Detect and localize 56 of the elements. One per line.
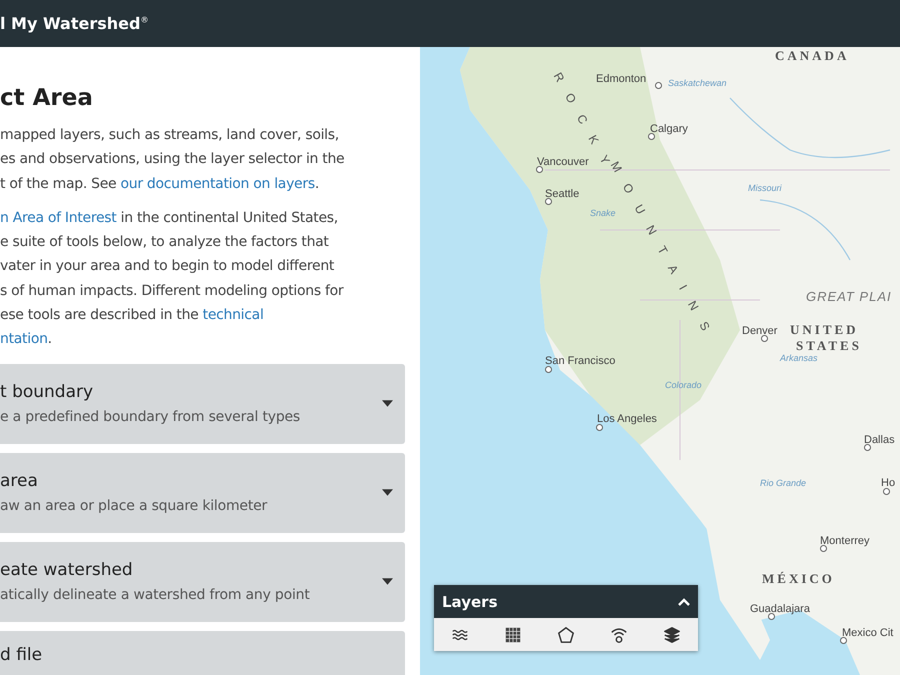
map-label: CANADA <box>775 48 850 64</box>
map-label: GREAT PLAI <box>806 289 892 304</box>
map-label: Colorado <box>665 380 702 390</box>
option-title: eate watershed <box>0 560 134 580</box>
paragraph-line: in the continental United States, <box>120 210 338 226</box>
option-description: e a predefined boundary from several types <box>0 409 302 426</box>
option-card[interactable]: t boundary e a predefined boundary from several types <box>0 364 405 444</box>
app-title: l My Watershed$^{®}$ <box>0 14 148 33</box>
map-label: Saskatchewan <box>668 78 727 88</box>
page-heading: ct Area <box>0 84 94 113</box>
map-label: Dallas <box>864 434 895 446</box>
map-label: UNITED <box>790 322 859 338</box>
option-description: atically delineate a watershed from any point <box>0 587 311 604</box>
paragraph-line: mapped layers, such as streams, land cover, soils, <box>0 127 339 143</box>
option-title: d file <box>0 644 44 665</box>
map-label: STATES <box>796 338 862 354</box>
map-label: Monterrey <box>820 535 870 547</box>
polygon-icon[interactable] <box>556 626 575 644</box>
option-title: t boundary <box>0 382 94 402</box>
option-card[interactable]: area aw an area or place a square kilometer <box>0 452 405 533</box>
map-label: Mexico Cit <box>842 627 894 639</box>
paragraph-line: . <box>48 331 52 348</box>
map-label: San Francisco <box>545 355 616 367</box>
map-label: Denver <box>742 325 778 337</box>
layers-title: Layers <box>442 592 498 610</box>
chevron-icon[interactable] <box>678 598 690 606</box>
caret-icon[interactable] <box>382 489 393 496</box>
map-label: Arkansas <box>780 353 818 363</box>
text-link[interactable]: technical <box>202 307 264 324</box>
text-link[interactable]: our documentation on layers <box>120 176 315 192</box>
map-label: Missouri <box>748 183 782 193</box>
map-label: Ho <box>881 477 896 489</box>
paragraph-line: . <box>314 176 319 192</box>
paragraph-line: vater in your area and to begin to model different <box>0 258 334 274</box>
map-label: Guadalajara <box>750 603 810 615</box>
paragraph-line: t of the map. See <box>0 176 118 192</box>
paragraph-line: e suite of tools below, to analyze the factors that <box>0 234 329 250</box>
map-label: Los Angeles <box>597 413 657 425</box>
paragraph-line: es and observations, using the layer selector in the <box>0 151 344 168</box>
option-description: aw an area or place a square kilometer <box>0 498 268 514</box>
paragraph-line: ese tools are described in the <box>0 307 200 324</box>
option-card[interactable]: d file <box>0 630 405 675</box>
signal-icon[interactable] <box>610 626 628 644</box>
grid-icon[interactable] <box>504 626 522 644</box>
caret-icon[interactable] <box>382 400 393 408</box>
option-title: area <box>0 471 39 492</box>
text-link[interactable]: n Area of Interest <box>0 210 116 226</box>
map-label: Calgary <box>650 123 688 135</box>
option-card[interactable]: eate watershed atically delineate a watershed from any point <box>0 542 405 622</box>
layers-icon[interactable] <box>662 626 681 644</box>
map-label: Rio Grande <box>760 478 806 488</box>
paragraph-line: s of human impacts. Different modeling options for <box>0 282 344 299</box>
map-label: MÉXICO <box>762 571 835 587</box>
map-label: Seattle <box>545 188 580 200</box>
caret-icon[interactable] <box>382 578 393 586</box>
text-link[interactable]: ntation <box>0 331 48 348</box>
